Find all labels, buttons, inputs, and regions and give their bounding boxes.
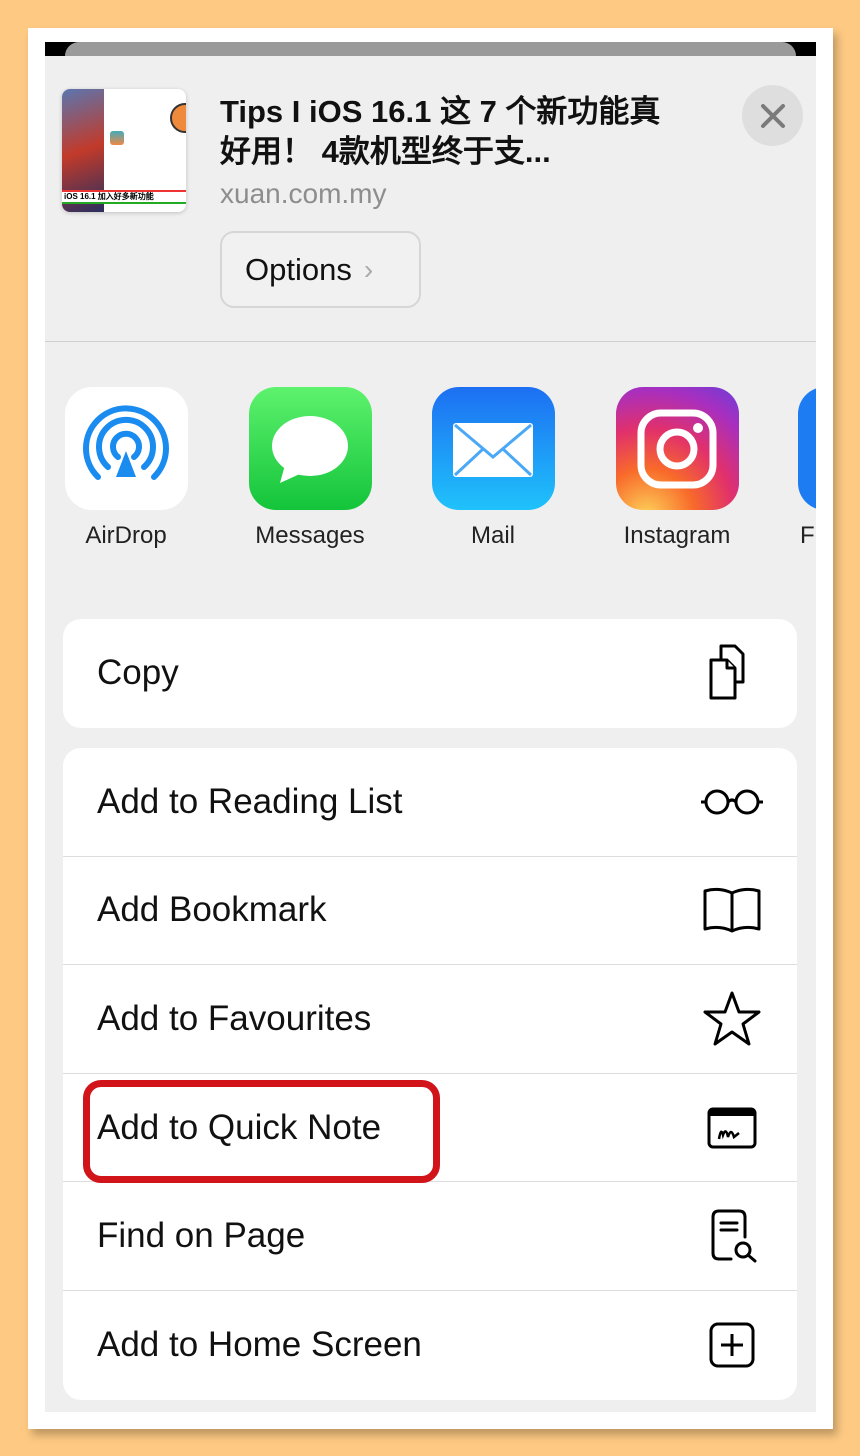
mail-icon [431,387,555,510]
messages-icon [248,387,372,510]
plus-square-icon [709,1322,755,1368]
options-button[interactable]: Options › [220,231,421,308]
action-copy[interactable]: Copy [63,619,797,728]
app-instagram[interactable]: Instagram [615,387,739,550]
copy-icon [709,644,745,700]
share-sheet: iOS 16.1 加入好多新功能 Tips I iOS 16.1 这 7 个新功… [45,56,816,1412]
thumbnail-ios-icon [110,131,124,145]
app-label: F [800,522,815,549]
divider [45,341,816,342]
app-label: Messages [255,522,365,549]
book-icon [703,888,761,933]
app-label: AirDrop [85,522,167,549]
star-icon [703,991,761,1046]
action-add-bookmark[interactable]: Add Bookmark [63,857,797,966]
actions-group: Add to Reading List Add Bookmark Add to … [63,748,797,1400]
airdrop-icon [64,387,188,510]
phone-screen: iOS 16.1 加入好多新功能 Tips I iOS 16.1 这 7 个新功… [45,42,816,1412]
app-partial[interactable]: F [798,387,816,550]
action-find-on-page[interactable]: Find on Page [63,1182,797,1291]
close-icon [760,103,785,128]
glasses-icon [701,789,763,815]
page-title: Tips I iOS 16.1 这 7 个新功能真好用！ 4款机型终于支... [220,94,661,169]
app-messages[interactable]: Messages [248,387,372,550]
action-label: Copy [97,653,179,693]
action-label: Add to Reading List [97,781,403,821]
thumbnail-badge [170,103,186,133]
app-icon [798,387,816,510]
app-mail[interactable]: Mail [431,387,555,550]
app-label: Instagram [623,522,731,549]
action-label: Find on Page [97,1216,306,1256]
close-button[interactable] [742,85,803,146]
page-thumbnail: iOS 16.1 加入好多新功能 [62,89,186,212]
action-label: Add to Favourites [97,998,372,1038]
find-doc-icon [711,1209,757,1263]
highlight-annotation [83,1080,440,1183]
action-label: Add to Home Screen [97,1325,422,1365]
quick-note-icon [707,1107,757,1149]
action-label: Add Bookmark [97,890,327,930]
app-label: Mail [470,522,515,549]
options-label: Options [245,251,352,287]
action-add-to-home-screen[interactable]: Add to Home Screen [63,1291,797,1400]
action-add-to-reading-list[interactable]: Add to Reading List [63,748,797,857]
thumbnail-caption: iOS 16.1 加入好多新功能 [62,190,186,204]
chevron-right-icon: › [363,253,374,285]
page-domain: xuan.com.my [220,178,387,209]
copy-group: Copy [63,619,797,728]
instagram-icon [615,387,739,510]
action-add-to-favourites[interactable]: Add to Favourites [63,965,797,1074]
app-airdrop[interactable]: AirDrop [64,387,188,550]
